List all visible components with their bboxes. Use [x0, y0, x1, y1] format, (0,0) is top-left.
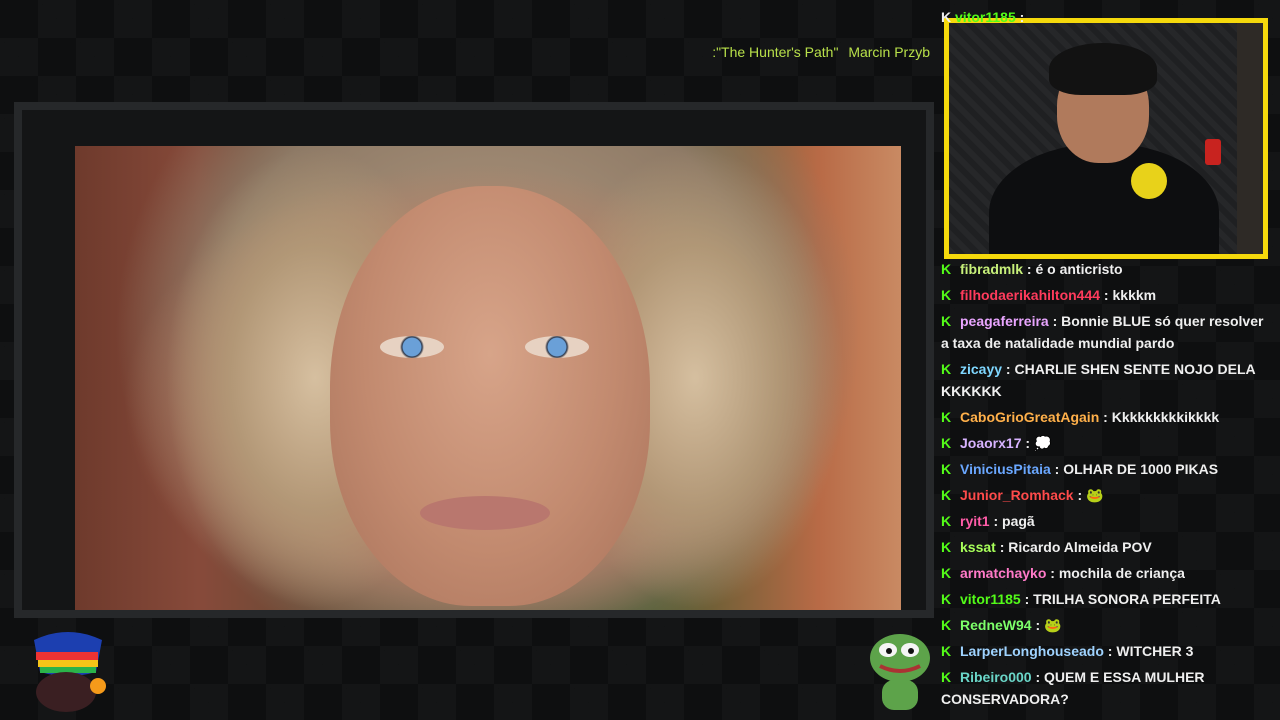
- chat-username[interactable]: vitor1185: [960, 591, 1021, 607]
- portrait-photo: [75, 146, 901, 610]
- chat-message: K RedneW94 : 🐸: [941, 614, 1269, 636]
- chat-message-text: WITCHER 3: [1116, 643, 1194, 659]
- kick-badge-icon: K: [941, 565, 952, 581]
- kick-badge-icon: K: [941, 409, 952, 425]
- chat-username[interactable]: peagaferreira: [960, 313, 1049, 329]
- chat-message-text: mochila de criança: [1058, 565, 1185, 581]
- kick-badge-icon: K: [941, 669, 952, 685]
- chat-message: Kfilhodaerikahilton444 : kkkkm: [941, 284, 1269, 306]
- chat-message: K CaboGrioGreatAgain : Kkkkkkkkkikkkk: [941, 406, 1269, 428]
- chat-username[interactable]: zicayy: [960, 361, 1002, 377]
- song-artist: Marcin Przyb: [848, 44, 930, 60]
- photo-eye-left: [380, 336, 444, 358]
- chat-message: K LarperLonghouseado : WITCHER 3: [941, 640, 1269, 662]
- pepe-icon: 🐸: [1086, 487, 1104, 503]
- kick-badge-icon: K: [941, 591, 952, 607]
- photo-face: [330, 186, 650, 606]
- chat-username[interactable]: RedneW94: [960, 617, 1032, 633]
- kick-badge-icon: K: [941, 643, 952, 659]
- kick-badge-icon: K: [941, 487, 952, 503]
- kick-badge-icon: K: [941, 287, 952, 303]
- chat-message: K Joaorx17 : 💭: [941, 432, 1269, 454]
- kick-badge-icon: K: [941, 539, 952, 555]
- song-title: :"The Hunter's Path": [712, 44, 839, 60]
- speech-bubble-icon: 💭: [1033, 435, 1052, 451]
- chat-message: Kvitor1185 : TRILHA SONORA PERFEITA: [941, 588, 1269, 610]
- chat-username[interactable]: armatchayko: [960, 565, 1046, 581]
- media-frame-inner: [22, 110, 926, 610]
- chat-message-text: Ricardo Almeida POV: [1008, 539, 1152, 555]
- chat-message-text: Kkkkkkkkkikkkk: [1111, 409, 1220, 425]
- kick-badge-icon: K: [941, 513, 952, 529]
- kick-badge-icon: K: [941, 9, 952, 25]
- chat-message: K ViniciusPitaia : OLHAR DE 1000 PIKAS: [941, 458, 1269, 480]
- chat-message: Kfibradmlk : é o anticristo: [941, 258, 1269, 280]
- chat-panel: K vitor1185 : Kfibradmlk : é o anticrist…: [936, 0, 1280, 720]
- kick-badge-icon: K: [941, 435, 952, 451]
- chat-username[interactable]: fibradmlk: [960, 261, 1023, 277]
- chat-username[interactable]: ryit1: [960, 513, 990, 529]
- kick-badge-icon: K: [941, 261, 952, 277]
- chat-username[interactable]: Ribeiro000: [960, 669, 1032, 685]
- kick-badge-icon: K: [941, 361, 952, 377]
- kick-badge-icon: K: [941, 313, 952, 329]
- chat-username[interactable]: Joaorx17: [960, 435, 1021, 451]
- chat-message-text: TRILHA SONORA PERFEITA: [1033, 591, 1221, 607]
- chat-message-text: pagã: [1002, 513, 1035, 529]
- chat-message: Kkssat : Ricardo Almeida POV: [941, 536, 1269, 558]
- chat-username[interactable]: LarperLonghouseado: [960, 643, 1104, 659]
- chat-message: K Ribeiro000 : QUEM E ESSA MULHER CONSERV…: [941, 666, 1269, 710]
- chat-message-text: é o anticristo: [1035, 261, 1123, 277]
- pepe-frog-icon: [870, 634, 930, 710]
- chat-username[interactable]: filhodaerikahilton444: [960, 287, 1100, 303]
- chat-message: K Junior_Romhack : 🐸: [941, 484, 1269, 506]
- chat-username[interactable]: ViniciusPitaia: [960, 461, 1051, 477]
- chat-message-text: OLHAR DE 1000 PIKAS: [1063, 461, 1219, 477]
- kick-badge-icon: K: [941, 461, 952, 477]
- now-playing-ticker: :"The Hunter's Path" Marcin Przyb: [640, 44, 930, 60]
- chat-username[interactable]: vitor1185: [955, 9, 1016, 25]
- chat-username[interactable]: kssat: [960, 539, 996, 555]
- photo-lips: [420, 496, 550, 530]
- pepe-icon: 🐸: [1044, 617, 1062, 633]
- chat-message-text: kkkkm: [1112, 287, 1157, 303]
- chat-message-partial: K vitor1185 :: [941, 9, 1025, 25]
- chat-message: Kpeagaferreira : Bonnie BLUE só quer res…: [941, 310, 1269, 354]
- chat-message: Kzicayy : CHARLIE SHEN SENTE NOJO DELA K…: [941, 358, 1269, 402]
- kick-badge-icon: K: [941, 617, 952, 633]
- chat-username[interactable]: Junior_Romhack: [960, 487, 1074, 503]
- chat-username[interactable]: CaboGrioGreatAgain: [960, 409, 1099, 425]
- colorful-mascot-icon: [34, 632, 106, 712]
- photo-eye-right: [525, 336, 589, 358]
- chat-message: Kryit1 : pagã: [941, 510, 1269, 532]
- media-frame: [14, 102, 934, 618]
- chat-message: Karmatchayko : mochila de criança: [941, 562, 1269, 584]
